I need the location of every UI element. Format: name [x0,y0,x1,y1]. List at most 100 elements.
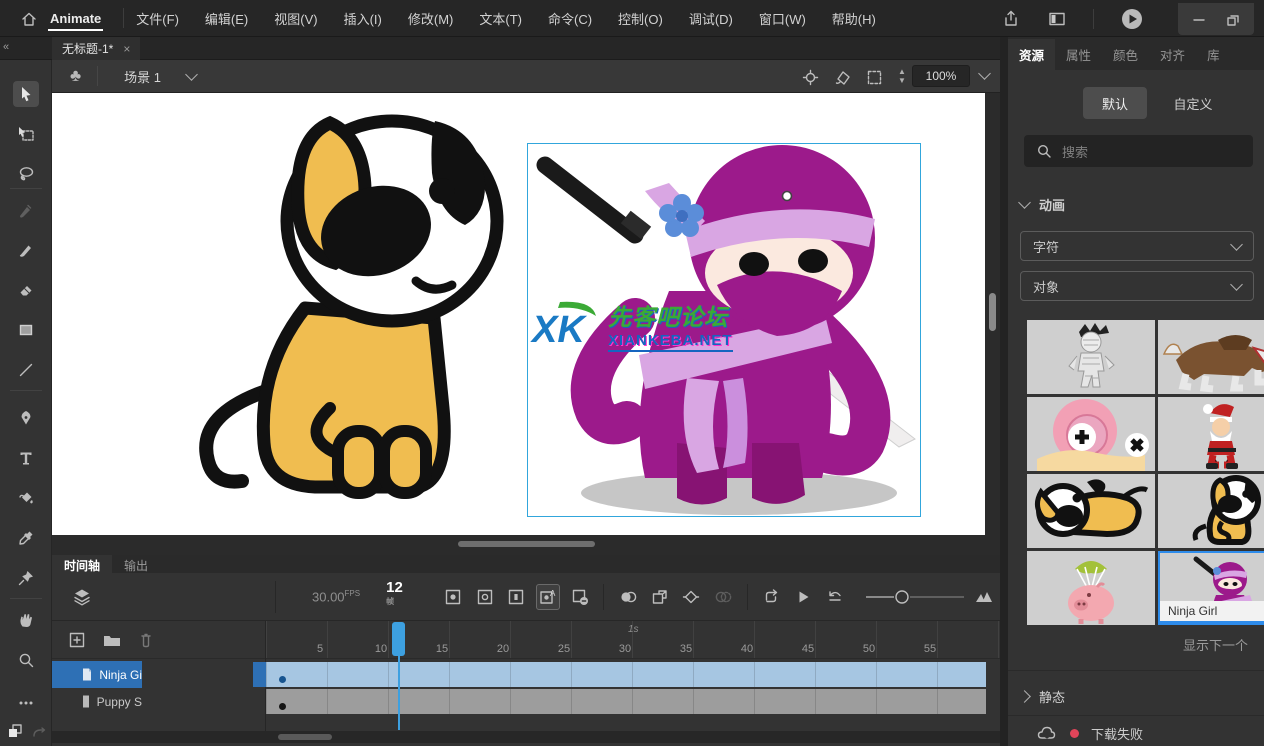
mode-default-button[interactable]: 默认 [1083,87,1147,119]
lasso-tool[interactable] [13,161,39,187]
menu-edit[interactable]: 编辑(E) [205,9,248,28]
collapse-panel-icon[interactable]: « [3,41,7,53]
add-layer-icon[interactable] [68,631,86,649]
zoom-dropdown-icon[interactable] [978,67,991,80]
menu-text[interactable]: 文本(T) [479,9,522,28]
asset-thumb-wolf[interactable] [1158,320,1264,394]
more-tools-icon[interactable] [13,690,39,716]
minimize-button[interactable] [1192,12,1206,26]
tab-align[interactable]: 对齐 [1149,39,1196,70]
document-tab[interactable]: 无标题-1* × [52,37,140,60]
remove-frame-icon[interactable] [568,584,592,610]
rectangle-tool[interactable] [13,317,39,343]
hand-tool[interactable] [13,607,39,633]
insert-keyframe-icon[interactable] [441,584,465,610]
color-swatches-icon[interactable] [2,718,28,744]
zoom-stepper[interactable]: ▲▼ [898,67,906,85]
play-icon[interactable] [791,584,815,610]
timeline-ruler[interactable]: 1s 5 10 15 20 25 30 35 40 45 50 55 [266,621,1000,659]
puppy-drawing[interactable] [180,113,505,513]
frame-span-selected[interactable] [266,662,986,687]
tab-assets[interactable]: 资源 [1008,39,1055,70]
auto-keyframe-icon[interactable]: A [536,584,560,610]
create-tween-icon[interactable] [680,584,704,610]
filter-character-select[interactable]: 字符 [1020,231,1254,261]
line-tool[interactable] [13,357,39,383]
asset-thumb-mummy[interactable] [1027,320,1155,394]
stage-canvas[interactable]: XK 先客吧论坛 XIANKEBA.NET [52,93,985,535]
section-animation[interactable]: 动画 [1020,195,1065,214]
tab-library[interactable]: 库 [1196,39,1231,70]
share-icon[interactable] [1001,9,1021,29]
layers-view-icon[interactable] [72,587,92,607]
keyframe-dot[interactable] [279,703,286,710]
asset-thumb-santa[interactable] [1158,397,1264,471]
asset-thumb-ninja-girl[interactable]: Ninja Girl [1158,551,1264,625]
frame-view-icon[interactable] [972,584,996,610]
scene-breadcrumb[interactable]: 场景 1 [124,67,161,86]
selection-tool[interactable] [13,81,39,107]
insert-blank-keyframe-icon[interactable] [473,584,497,610]
asset-thumb-dog-sitting[interactable] [1158,474,1264,548]
paint-bucket-tool[interactable] [13,485,39,511]
frame-span[interactable] [266,689,986,714]
loop-playback-icon[interactable] [760,584,784,610]
stage-vertical-scrollbar[interactable] [989,293,996,331]
tab-timeline[interactable]: 时间轴 [52,555,112,573]
menu-view[interactable]: 视图(V) [274,9,317,28]
keyframe-dot[interactable] [279,676,286,683]
add-folder-icon[interactable] [102,631,122,649]
layer-row-puppy[interactable]: Puppy S [52,688,1000,715]
scene-chevron-icon[interactable] [185,68,198,81]
test-movie-icon[interactable] [1120,7,1144,31]
eyedropper-tool[interactable] [13,525,39,551]
menu-debug[interactable]: 调试(D) [689,9,733,28]
rotate-tool-icon[interactable] [834,69,852,87]
tab-properties[interactable]: 属性 [1055,39,1102,70]
menu-commands[interactable]: 命令(C) [548,9,592,28]
eraser-tool[interactable] [13,277,39,303]
brush-tool[interactable] [13,237,39,263]
menu-insert[interactable]: 插入(I) [344,9,382,28]
asset-thumb-snail[interactable] [1027,397,1155,471]
zoom-tool[interactable] [13,647,39,673]
playhead-handle[interactable] [392,622,405,656]
onion-skin-outline-icon[interactable] [711,584,735,610]
onion-skin-icon[interactable] [616,584,640,610]
insert-frame-icon[interactable] [504,584,528,610]
zoom-level-value[interactable]: 100% [912,65,970,87]
delete-layer-icon[interactable] [138,631,154,649]
app-title[interactable]: Animate [46,2,105,35]
center-stage-icon[interactable] [802,69,819,86]
text-tool[interactable] [13,445,39,471]
search-input[interactable]: 搜索 [1024,135,1253,167]
tab-output[interactable]: 输出 [112,555,160,573]
rewind-icon[interactable] [823,584,847,610]
section-static[interactable]: 静态 [1020,687,1065,706]
menu-window[interactable]: 窗口(W) [759,9,806,28]
timeline-zoom-slider[interactable] [864,588,968,606]
restore-button[interactable] [1226,12,1240,26]
subselection-tool[interactable] [13,121,39,147]
fluid-brush-tool[interactable] [13,197,39,223]
tab-color[interactable]: 颜色 [1102,39,1149,70]
menu-file[interactable]: 文件(F) [136,9,179,28]
main-menu-clover-icon[interactable]: ♣ [70,66,81,86]
menu-modify[interactable]: 修改(M) [408,9,454,28]
timeline-horizontal-scrollbar[interactable] [52,731,1000,743]
current-frame-value[interactable]: 12 帧 [386,579,411,614]
clip-content-icon[interactable] [866,69,883,86]
panel-splitter[interactable] [1000,37,1008,746]
menu-help[interactable]: 帮助(H) [832,9,876,28]
filter-object-select[interactable]: 对象 [1020,271,1254,301]
asset-thumb-pig-parachute[interactable] [1027,551,1155,625]
stage-horizontal-scrollbar[interactable] [458,541,595,547]
workspace-icon[interactable] [1047,9,1067,29]
edit-multiple-frames-icon[interactable] [648,584,672,610]
cloud-download-icon[interactable] [1036,723,1058,743]
pen-tool[interactable] [13,405,39,431]
asset-thumb-dog-lying[interactable] [1027,474,1155,548]
menu-control[interactable]: 控制(O) [618,9,663,28]
redo-icon[interactable] [26,720,52,746]
show-next-link[interactable]: 显示下一个 [1183,635,1264,654]
